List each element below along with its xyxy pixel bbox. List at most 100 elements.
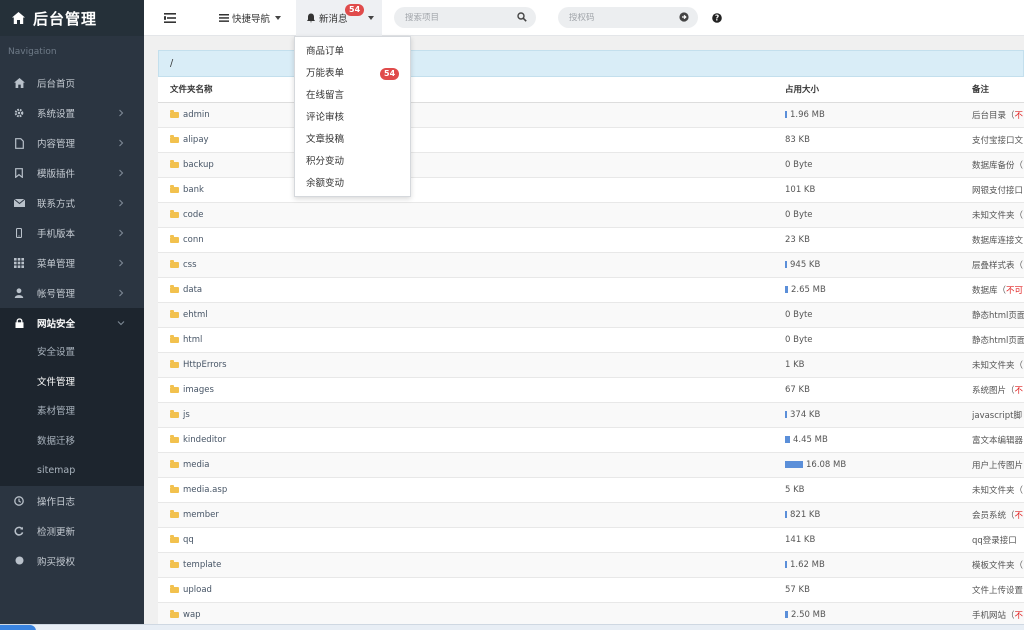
size-value: 1.96 MB [790,109,825,120]
home-icon [13,77,25,89]
folder-name: conn [183,234,204,245]
sidebar-item[interactable]: 内容管理 [0,128,144,158]
folder-link[interactable]: html [170,334,785,345]
arrow-circle-icon[interactable] [679,12,690,23]
folder-link[interactable]: css [170,259,785,270]
messages-badge: 54 [345,4,365,16]
sidebar-subitem[interactable]: sitemap [0,456,144,486]
sidebar-item[interactable]: 后台首页 [0,68,144,98]
folder-link[interactable]: kindeditor [170,434,785,445]
folder-link[interactable]: bank [170,184,785,195]
table-row[interactable]: ehtml 0 Byte 静态html页面 [158,302,1024,328]
folder-link[interactable]: data [170,284,785,295]
sidebar-subitem[interactable]: 素材管理 [0,397,144,427]
dropdown-item[interactable]: 在线留言 [295,85,410,107]
table-row[interactable]: code 0 Byte 未知文件夹（ [158,202,1024,228]
table-row[interactable]: backup 0 Byte 数据库备份（ [158,152,1024,178]
sidebar-item[interactable]: 系统设置 [0,98,144,128]
svg-text:?: ? [715,14,719,23]
folder-icon [170,134,179,143]
table-row[interactable]: html 0 Byte 静态html页面 [158,327,1024,353]
size-bar [785,111,787,118]
table-row[interactable]: HttpErrors 1 KB 未知文件夹（ [158,352,1024,378]
table-row[interactable]: qq 141 KB qq登录接口 [158,527,1024,553]
sidebar-subitem[interactable]: 安全设置 [0,338,144,368]
sidebar-subitem[interactable]: 数据迁移 [0,427,144,457]
messages-button[interactable]: 新消息 54 [296,0,382,36]
dropdown-item[interactable]: 商品订单 [295,41,410,63]
help-button[interactable]: ? [712,0,723,36]
folder-link[interactable]: qq [170,534,785,545]
taskbar [0,624,1024,630]
folder-name-cell: html [158,327,785,353]
note-cell: javascript脚 [972,402,1024,428]
column-header-size[interactable]: 占用大小 [785,77,972,103]
folder-link[interactable]: member [170,509,785,520]
table-row[interactable]: member 821 KB 会员系统（不 [158,502,1024,528]
folder-link[interactable]: ehtml [170,309,785,320]
folder-link[interactable]: conn [170,234,785,245]
dropdown-item[interactable]: 积分变动 [295,151,410,173]
table-row[interactable]: template 1.62 MB 模板文件夹（ [158,552,1024,578]
folder-link[interactable]: upload [170,584,785,595]
sidebar-item-label: 购买授权 [37,556,76,568]
dropdown-item[interactable]: 万能表单 54 [295,63,410,85]
table-row[interactable]: upload 57 KB 文件上传设置 [158,577,1024,603]
dropdown-item[interactable]: 评论审核 [295,107,410,129]
folder-link[interactable]: alipay [170,134,785,145]
folder-link[interactable]: media [170,459,785,470]
size-cell: 945 KB [785,252,972,278]
brand[interactable]: 后台管理 [0,0,144,36]
table-row[interactable]: admin 1.96 MB 后台目录（不 [158,102,1024,128]
table-row[interactable]: data 2.65 MB 数据库（不可 [158,277,1024,303]
refresh-icon [13,525,25,537]
folder-link[interactable]: images [170,384,785,395]
table-row[interactable]: media.asp 5 KB 未知文件夹（ [158,477,1024,503]
folder-icon [170,409,179,418]
note-cell: qq登录接口 [972,527,1024,553]
size-bar [785,561,787,568]
folder-name-cell: code [158,202,785,228]
search-icon[interactable] [517,12,528,23]
sidebar-item[interactable]: 手机版本 [0,218,144,248]
quicknav-button[interactable]: 快捷导航 [219,0,282,36]
folder-name-cell: js [158,402,785,428]
sidebar-item[interactable]: 检测更新 [0,516,144,546]
folder-link[interactable]: template [170,559,785,570]
folder-link[interactable]: code [170,209,785,220]
sidebar-item[interactable]: 购买授权 [0,546,144,576]
auth-code-input[interactable] [558,12,698,23]
dropdown-item-label: 余额变动 [306,178,345,189]
folder-link[interactable]: backup [170,159,785,170]
sidebar-item[interactable]: 操作日志 [0,486,144,516]
folder-icon [170,559,179,568]
folder-link[interactable]: media.asp [170,484,785,495]
folder-link[interactable]: HttpErrors [170,359,785,370]
sidebar-item[interactable]: 网站安全 [0,308,144,338]
folder-link[interactable]: admin [170,109,785,120]
menu-toggle-button[interactable] [164,0,178,36]
table-row[interactable]: alipay 83 KB 支付宝接口文 [158,127,1024,153]
folder-link[interactable]: wap [170,609,785,620]
size-value: 0 Byte [785,334,813,345]
start-button[interactable] [0,625,36,630]
search-input[interactable] [394,12,536,23]
table-row[interactable]: media 16.08 MB 用户上传图片 [158,452,1024,478]
sidebar-item[interactable]: 模版插件 [0,158,144,188]
note-cell: 未知文件夹（ [972,477,1024,503]
table-row[interactable]: css 945 KB 层叠样式表（ [158,252,1024,278]
sidebar-subitem[interactable]: 文件管理 [0,368,144,398]
sidebar-item[interactable]: 联系方式 [0,188,144,218]
folder-link[interactable]: js [170,409,785,420]
table-row[interactable]: bank 101 KB 网银支付接口 [158,177,1024,203]
table-row[interactable]: images 67 KB 系统图片（不 [158,377,1024,403]
table-row[interactable]: js 374 KB javascript脚 [158,402,1024,428]
table-row[interactable]: kindeditor 4.45 MB 富文本编辑器 [158,427,1024,453]
dropdown-item[interactable]: 余额变动 [295,173,410,195]
dropdown-item[interactable]: 文章投稿 [295,129,410,151]
table-row[interactable]: conn 23 KB 数据库连接文 [158,227,1024,253]
column-header-name[interactable]: 文件夹名称 [158,77,785,103]
sidebar-item[interactable]: 帐号管理 [0,278,144,308]
sidebar-item[interactable]: 菜单管理 [0,248,144,278]
size-cell: 1.62 MB [785,552,972,578]
